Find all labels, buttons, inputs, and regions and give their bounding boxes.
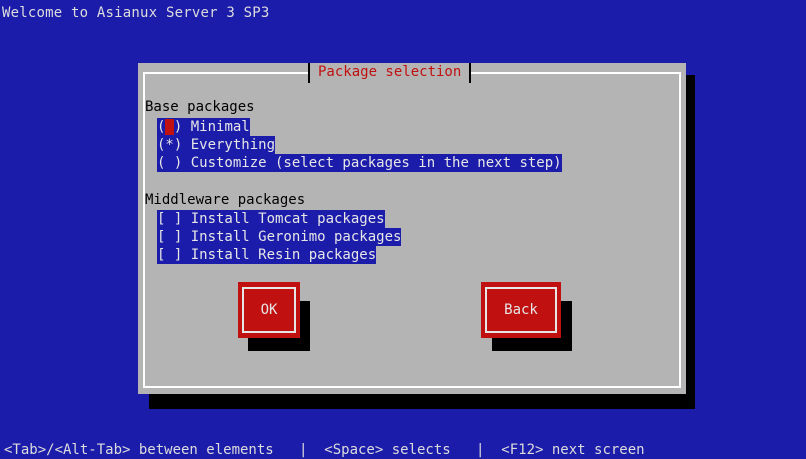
base-packages-label: Base packages: [145, 99, 255, 115]
checkbox-geronimo-label: Install Geronimo packages: [190, 229, 402, 245]
ok-button-label: OK: [260, 302, 278, 318]
radio-marker: (*): [157, 137, 191, 153]
dialog-title: Package selection: [308, 63, 472, 83]
focus-cursor: [165, 119, 174, 135]
back-button[interactable]: Back: [481, 282, 561, 338]
ok-button[interactable]: OK: [238, 282, 300, 338]
radio-customize[interactable]: ( ) Customize (select packages in the ne…: [157, 154, 562, 172]
radio-customize-label: Customize (select packages in the next s…: [190, 155, 562, 171]
checkbox-tomcat-label: Install Tomcat packages: [190, 211, 385, 227]
keyboard-help-line: <Tab>/<Alt-Tab> between elements | <Spac…: [4, 442, 645, 458]
radio-minimal-label: Minimal: [190, 119, 250, 135]
checkbox-tomcat[interactable]: [ ] Install Tomcat packages: [157, 210, 385, 228]
radio-everything[interactable]: (*) Everything: [157, 136, 276, 154]
middleware-packages-label: Middleware packages: [145, 192, 306, 208]
radio-marker: ( ): [157, 155, 191, 171]
checkbox-geronimo[interactable]: [ ] Install Geronimo packages: [157, 228, 402, 246]
welcome-banner: Welcome to Asianux Server 3 SP3: [2, 5, 270, 21]
checkbox-marker: [ ]: [157, 229, 191, 245]
package-selection-dialog: Package selection Base packages ( ) Mini…: [138, 63, 686, 394]
radio-marker-close: ): [173, 119, 191, 135]
checkbox-resin[interactable]: [ ] Install Resin packages: [157, 246, 377, 264]
radio-minimal[interactable]: ( ) Minimal: [157, 118, 250, 136]
back-button-label: Back: [504, 302, 538, 318]
checkbox-marker: [ ]: [157, 211, 191, 227]
radio-everything-label: Everything: [190, 137, 276, 153]
checkbox-marker: [ ]: [157, 247, 191, 263]
checkbox-resin-label: Install Resin packages: [190, 247, 377, 263]
